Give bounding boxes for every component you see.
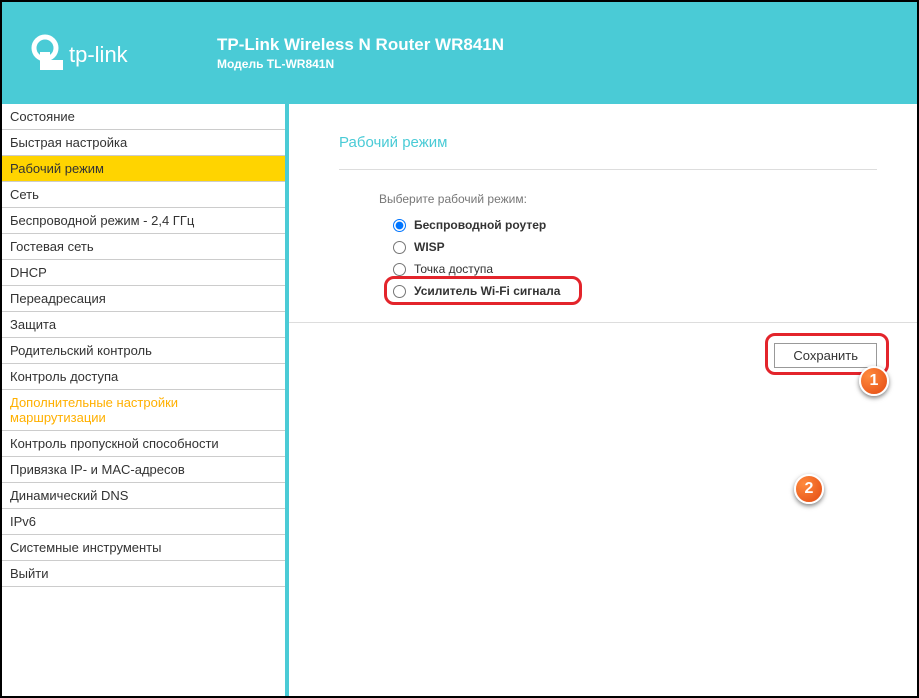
radio-input-3[interactable] — [393, 285, 406, 298]
radio-input-1[interactable] — [393, 241, 406, 254]
svg-text:tp-link: tp-link — [69, 42, 129, 67]
save-button-wrap: Сохранить — [774, 343, 877, 368]
sidebar-item-12[interactable]: Контроль пропускной способности — [2, 431, 285, 457]
header-title-area: TP-Link Wireless N Router WR841N Модель … — [217, 35, 504, 71]
annotation-callout-2: 2 — [794, 474, 824, 504]
sidebar-item-7[interactable]: Переадресация — [2, 286, 285, 312]
header: tp-link TP-Link Wireless N Router WR841N… — [2, 2, 917, 104]
radio-label-0[interactable]: Беспроводной роутер — [414, 218, 546, 232]
sidebar-item-13[interactable]: Привязка IP- и MAC-адресов — [2, 457, 285, 483]
radio-list: Беспроводной роутер WISP Точка доступа Усил… — [379, 214, 877, 302]
main-container: СостояниеБыстрая настройкаРабочий режимС… — [2, 104, 917, 696]
content-area: Рабочий режим Выберите рабочий режим: Бе… — [289, 104, 917, 696]
radio-input-2[interactable] — [393, 263, 406, 276]
sidebar: СостояниеБыстрая настройкаРабочий режимС… — [2, 104, 289, 696]
sidebar-item-0[interactable]: Состояние — [2, 104, 285, 130]
sidebar-item-3[interactable]: Сеть — [2, 182, 285, 208]
radio-label-3[interactable]: Усилитель Wi-Fi сигнала — [414, 284, 560, 298]
form-prompt: Выберите рабочий режим: — [379, 192, 877, 206]
sidebar-item-5[interactable]: Гостевая сеть — [2, 234, 285, 260]
sidebar-item-2[interactable]: Рабочий режим — [2, 156, 285, 182]
sidebar-item-1[interactable]: Быстрая настройка — [2, 130, 285, 156]
header-title: TP-Link Wireless N Router WR841N — [217, 35, 504, 55]
page-title: Рабочий режим — [339, 134, 877, 170]
radio-label-2[interactable]: Точка доступа — [414, 262, 493, 276]
save-button[interactable]: Сохранить — [774, 343, 877, 368]
form-area: Выберите рабочий режим: Беспроводной роу… — [339, 192, 877, 302]
sidebar-item-8[interactable]: Защита — [2, 312, 285, 338]
sidebar-item-11[interactable]: Дополнительные настройки маршрутизации — [2, 390, 285, 431]
sidebar-item-15[interactable]: IPv6 — [2, 509, 285, 535]
radio-input-0[interactable] — [393, 219, 406, 232]
sidebar-item-10[interactable]: Контроль доступа — [2, 364, 285, 390]
radio-label-1[interactable]: WISP — [414, 240, 445, 254]
tplink-logo-icon: tp-link — [27, 28, 167, 78]
sidebar-item-4[interactable]: Беспроводной режим - 2,4 ГГц — [2, 208, 285, 234]
sidebar-item-6[interactable]: DHCP — [2, 260, 285, 286]
brand-logo: tp-link — [27, 28, 167, 78]
header-subtitle: Модель TL-WR841N — [217, 57, 504, 71]
divider — [289, 322, 917, 323]
radio-row-3: Усилитель Wi-Fi сигнала — [393, 280, 877, 302]
sidebar-item-17[interactable]: Выйти — [2, 561, 285, 587]
radio-row-0: Беспроводной роутер — [393, 214, 877, 236]
button-area: Сохранить — [339, 343, 877, 368]
sidebar-item-9[interactable]: Родительский контроль — [2, 338, 285, 364]
sidebar-item-16[interactable]: Системные инструменты — [2, 535, 285, 561]
radio-row-2: Точка доступа — [393, 258, 877, 280]
radio-row-1: WISP — [393, 236, 877, 258]
sidebar-item-14[interactable]: Динамический DNS — [2, 483, 285, 509]
annotation-callout-1: 1 — [859, 366, 889, 396]
